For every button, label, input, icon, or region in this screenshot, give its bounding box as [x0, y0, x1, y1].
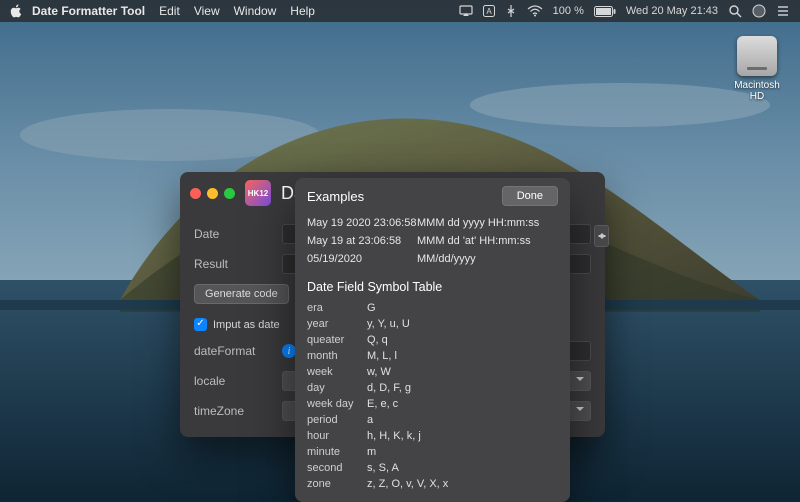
- symbol-row: monthM, L, l: [307, 348, 558, 364]
- desktop-drive[interactable]: Macintosh HD: [728, 36, 786, 102]
- input-source-icon[interactable]: A: [483, 5, 495, 17]
- zoom-button[interactable]: [224, 188, 235, 199]
- menu-edit[interactable]: Edit: [159, 4, 180, 18]
- symbol-row: seconds, S, A: [307, 460, 558, 476]
- airplay-icon[interactable]: [459, 5, 473, 17]
- example-row: 05/19/2020MM/dd/yyyy: [307, 250, 558, 268]
- minimize-button[interactable]: [207, 188, 218, 199]
- dateformat-label: dateFormat: [194, 344, 274, 358]
- bluetooth-icon[interactable]: [505, 5, 517, 17]
- examples-heading: Examples: [307, 189, 364, 204]
- symbol-row: zonez, Z, O, v, V, X, x: [307, 476, 558, 492]
- menu-app-title[interactable]: Date Formatter Tool: [32, 4, 145, 18]
- wifi-icon[interactable]: [527, 5, 543, 17]
- input-as-date-label: Imput as date: [213, 319, 280, 331]
- symbol-row: perioda: [307, 412, 558, 428]
- battery-icon[interactable]: [594, 6, 616, 17]
- symbol-row: weekw, W: [307, 364, 558, 380]
- date-stepper[interactable]: [594, 225, 609, 247]
- done-button[interactable]: Done: [502, 186, 558, 206]
- app-icon: HK12: [245, 180, 271, 206]
- apple-logo-icon: [10, 4, 22, 18]
- menu-bar: Date Formatter Tool Edit View Window Hel…: [0, 0, 800, 22]
- spotlight-icon[interactable]: [728, 4, 742, 18]
- example-row: May 19 2020 23:06:58MMM dd yyyy HH:mm:ss: [307, 214, 558, 232]
- symbol-row: yeary, Y, u, U: [307, 316, 558, 332]
- symbol-row: week dayE, e, c: [307, 396, 558, 412]
- locale-label: locale: [194, 374, 274, 388]
- symbol-table-heading: Date Field Symbol Table: [295, 270, 570, 300]
- menu-view[interactable]: View: [194, 4, 220, 18]
- svg-text:A: A: [486, 7, 492, 16]
- symbol-table: eraG yeary, Y, u, U queaterQ, q monthM, …: [295, 300, 570, 492]
- menu-bar-right: A 100 % Wed 20 May 21:43: [459, 4, 790, 18]
- symbol-row: eraG: [307, 300, 558, 316]
- drive-label: Macintosh HD: [728, 80, 786, 102]
- result-label: Result: [194, 257, 274, 271]
- symbol-row: queaterQ, q: [307, 332, 558, 348]
- input-as-date-checkbox[interactable]: [194, 318, 207, 331]
- battery-percent[interactable]: 100 %: [553, 5, 584, 17]
- date-label: Date: [194, 227, 274, 241]
- examples-popover: Examples Done May 19 2020 23:06:58MMM dd…: [295, 178, 570, 502]
- notification-center-icon[interactable]: [776, 5, 790, 17]
- example-row: May 19 at 23:06:58MMM dd 'at' HH:mm:ss: [307, 232, 558, 250]
- symbol-row: dayd, D, F, g: [307, 380, 558, 396]
- examples-table: May 19 2020 23:06:58MMM dd yyyy HH:mm:ss…: [295, 212, 570, 270]
- siri-icon[interactable]: [752, 4, 766, 18]
- symbol-row: minutem: [307, 444, 558, 460]
- menu-clock[interactable]: Wed 20 May 21:43: [626, 5, 718, 17]
- close-button[interactable]: [190, 188, 201, 199]
- hard-drive-icon: [737, 36, 777, 76]
- traffic-lights[interactable]: [190, 188, 235, 199]
- symbol-row: hourh, H, K, k, j: [307, 428, 558, 444]
- timezone-label: timeZone: [194, 404, 274, 418]
- menu-help[interactable]: Help: [290, 4, 315, 18]
- menu-window[interactable]: Window: [234, 4, 277, 18]
- generate-code-button[interactable]: Generate code: [194, 284, 289, 304]
- dateformat-info-icon[interactable]: i: [282, 344, 296, 358]
